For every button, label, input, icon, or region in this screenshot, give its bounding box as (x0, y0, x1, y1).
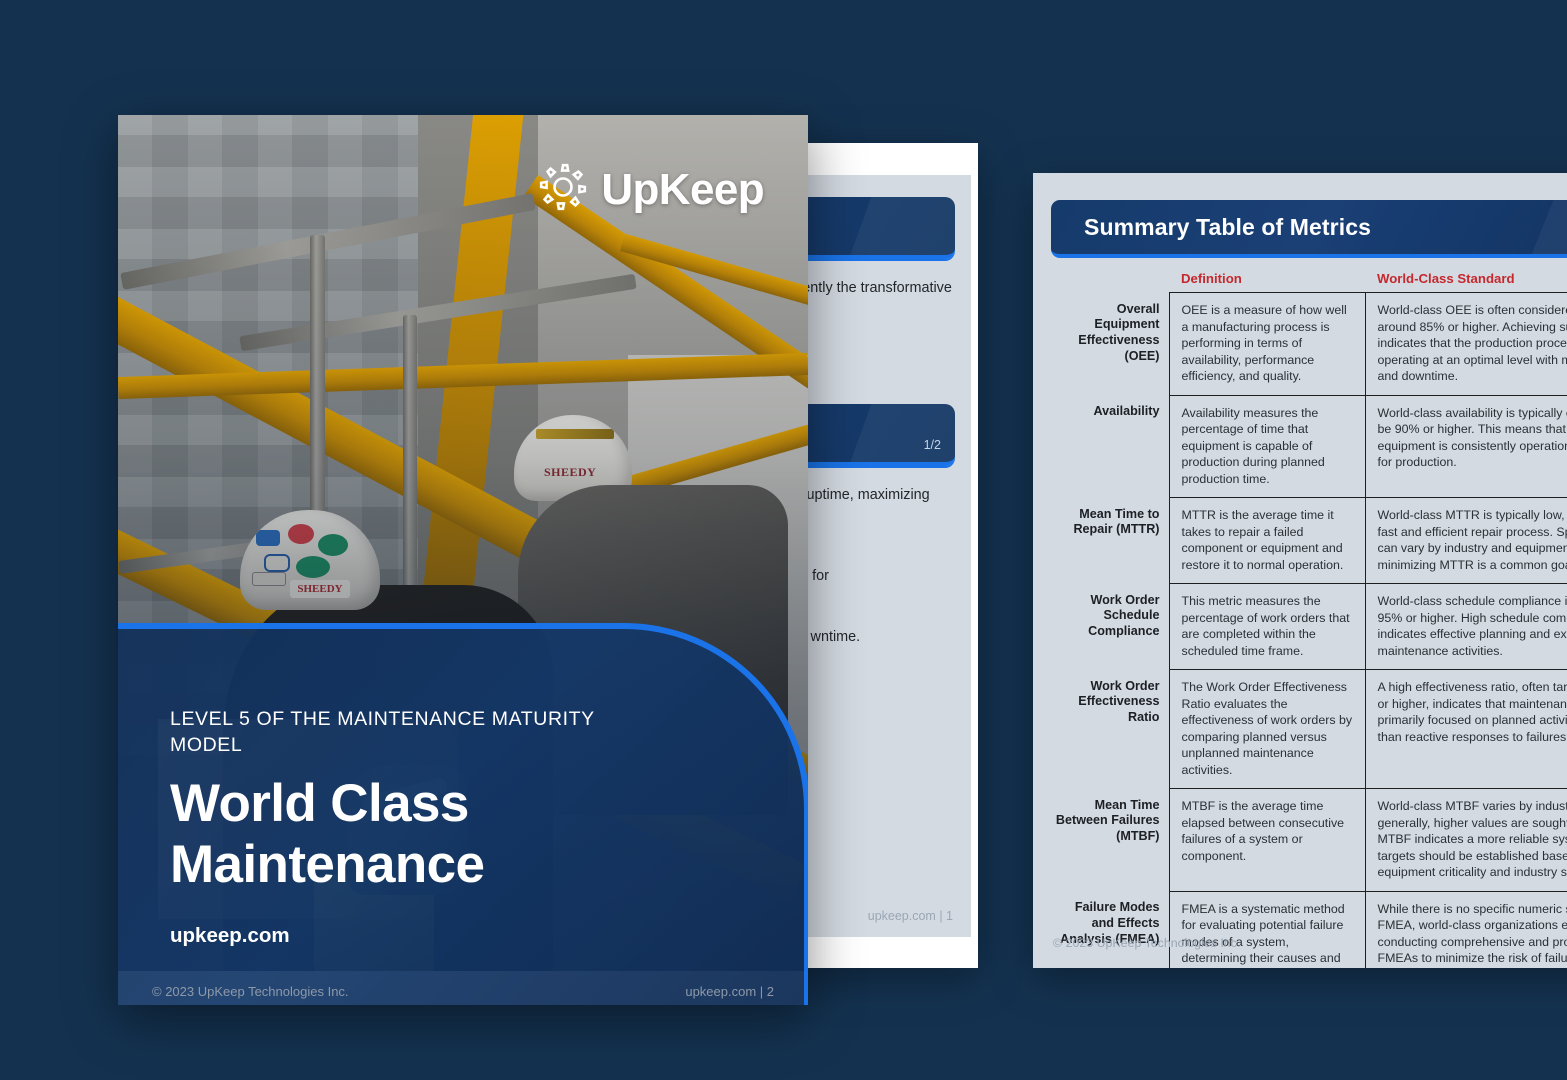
document-summary-table[interactable]: Summary Table of Metrics Definition Worl… (1033, 173, 1567, 968)
row-metric-name: Work Order Effectiveness Ratio (1078, 678, 1160, 725)
page-1-footer: © 2023 UpKeep Technologies Inc. upkeep.c… (791, 909, 953, 923)
page-1-section-band-bottom: nt: 1/2 (791, 404, 955, 467)
row-metric-name: Availability (1093, 404, 1160, 418)
row-definition: The Work Order Effectiveness Ratio evalu… (1168, 669, 1366, 789)
row-metric-name: Work Order Schedule Compliance (1088, 592, 1160, 639)
page-1-paragraph-1: where maintenance e. At this stage, succ… (791, 280, 952, 296)
document-cover-page[interactable]: SHEEDY SHEEDY (118, 115, 808, 1005)
document-page-1[interactable]: where maintenance e. At this stage, succ… (791, 143, 978, 968)
row-metric-name: Mean Time Between Failures (MTBF) (1055, 797, 1160, 844)
cover-title: World Class Maintenance (170, 774, 485, 895)
row-definition: OEE is a measure of how well a manufactu… (1168, 292, 1366, 396)
row-definition: MTBF is the average time elapsed between… (1168, 788, 1366, 892)
row-definition: This metric measures the percentage of w… (1168, 583, 1366, 670)
upkeep-logo: UpKeep (537, 161, 765, 218)
table-row: Availability Availability measures the p… (1051, 394, 1567, 498)
metrics-table-body: Overall Equipment Effectiveness (OEE) OE… (1051, 292, 1567, 968)
table-row: Failure Modes and Effects Analysis (FMEA… (1051, 890, 1567, 968)
row-definition: MTTR is the average time it takes to rep… (1168, 497, 1366, 584)
metrics-table: Definition World-Class Standard Overall … (1051, 269, 1567, 968)
page-1-paragraph-2: ons honed their e Indicators (KPIs). Thi… (791, 359, 953, 378)
page-indicator-badge: 1/2 (923, 438, 941, 453)
table-row: Work Order Schedule Compliance This metr… (1051, 583, 1567, 670)
row-metric-name: Overall Equipment Effectiveness (OEE) (1078, 301, 1160, 364)
cover-footer: © 2023 UpKeep Technologies Inc. upkeep.c… (152, 984, 774, 999)
cover-footer-left: © 2023 UpKeep Technologies Inc. (152, 984, 349, 999)
cover-kicker: LEVEL 5 OF THE MAINTENANCE MATURITY MODE… (170, 708, 595, 756)
col-header-standard: World-Class Standard (1377, 271, 1515, 286)
row-standard: A high effectiveness ratio, often target… (1364, 669, 1567, 789)
page-1-paragraph-4: omes paramount. Mean Time to Repair ing … (791, 567, 829, 584)
summary-table-header-band: Summary Table of Metrics (1051, 200, 1567, 258)
upkeep-wordmark: UpKeep (601, 164, 764, 214)
band-sheen-2 (834, 404, 955, 463)
summary-table-title: Summary Table of Metrics (1084, 214, 1372, 240)
page-1-paragraph-5: e from traditional tive maintenance tori… (791, 628, 861, 645)
page-1-content: where maintenance e. At this stage, succ… (791, 175, 971, 937)
page-1-footer-right: upkeep.com | 1 (867, 909, 953, 923)
cover-title-panel: LEVEL 5 OF THE MAINTENANCE MATURITY MODE… (118, 623, 808, 1005)
summary-footer-left: © 2023 UpKeep Technologies Inc. (1053, 936, 1241, 950)
row-metric-name: Failure Modes and Effects Analysis (FMEA… (1060, 900, 1160, 946)
table-header-row: Definition World-Class Standard (1051, 269, 1567, 293)
table-row: Work Order Effectiveness Ratio The Work … (1051, 669, 1567, 789)
band-sheen (834, 197, 955, 255)
page-1-section-band-top (791, 197, 955, 259)
gear-icon (537, 161, 589, 218)
cover-url: upkeep.com (170, 924, 290, 947)
row-definition: FMEA is a systematic method for evaluati… (1168, 890, 1366, 968)
table-row: Mean Time to Repair (MTTR) MTTR is the a… (1051, 497, 1567, 584)
row-standard: While there is no specific numeric stand… (1364, 890, 1567, 968)
row-definition: Availability measures the percentage of … (1168, 394, 1366, 498)
row-standard: World-class availability is typically co… (1364, 394, 1567, 498)
row-standard: World-class schedule compliance is often… (1364, 583, 1567, 670)
page-1-paragraph-3: approaches to embrace Maintenance. MRP) … (791, 487, 930, 504)
row-standard: World-class MTTR is typically low, aimin… (1364, 497, 1567, 584)
row-metric-name: Mean Time to Repair (MTTR) (1073, 506, 1160, 537)
summary-table-footer: © 2023 UpKeep Technologies Inc. upkeep.c… (1053, 936, 1567, 950)
row-standard: World-class MTBF varies by industry, but… (1364, 788, 1567, 892)
col-header-metric (1051, 269, 1169, 293)
screenshot-stage: where maintenance e. At this stage, succ… (0, 0, 1567, 1080)
table-row: Overall Equipment Effectiveness (OEE) OE… (1051, 292, 1567, 396)
cover-footer-right: upkeep.com | 2 (685, 984, 774, 999)
band-sheen-3 (1510, 200, 1567, 254)
row-standard: World-class OEE is often considered to b… (1364, 292, 1567, 396)
col-header-definition: Definition (1181, 271, 1242, 286)
table-row: Mean Time Between Failures (MTBF) MTBF i… (1051, 788, 1567, 892)
